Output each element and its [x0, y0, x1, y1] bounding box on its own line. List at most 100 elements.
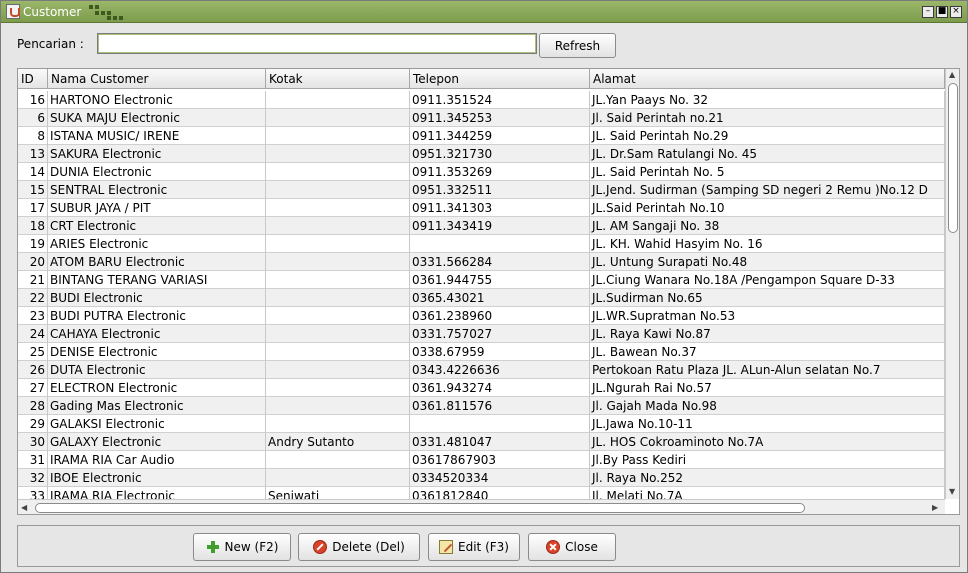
cell-alamat[interactable]: JL. Bawean No.37 [590, 343, 945, 361]
cell-alamat[interactable]: JL. Said Perintah No. 5 [590, 163, 945, 181]
table-row[interactable]: 32 IBOE Electronic 0334520334 Jl. Raya No.2… [18, 469, 945, 487]
cell-nama-customer[interactable]: GALAKSI Electronic [48, 415, 266, 433]
cell-telepon[interactable]: 0911.344259 [410, 127, 590, 145]
cell-nama-customer[interactable]: DUNIA Electronic [48, 163, 266, 181]
cell-alamat[interactable]: JL. AM Sangaji No. 38 [590, 217, 945, 235]
cell-id[interactable]: 20 [18, 253, 48, 271]
table-row[interactable]: 14 DUNIA Electronic 0911.353269 JL. Said Pe… [18, 163, 945, 181]
cell-alamat[interactable]: Jl. Melati No.7A [590, 487, 945, 499]
cell-alamat[interactable]: Jl.By Pass Kediri [590, 451, 945, 469]
cell-nama-customer[interactable]: BINTANG TERANG VARIASI [48, 271, 266, 289]
cell-kotak[interactable] [266, 289, 410, 307]
table-row[interactable]: 18 CRT Electronic 0911.343419 JL. AM Sangaj… [18, 217, 945, 235]
cell-nama-customer[interactable]: GALAXY Electronic [48, 433, 266, 451]
cell-alamat[interactable]: JL.Yan Paays No. 32 [590, 91, 945, 109]
cell-id[interactable]: 31 [18, 451, 48, 469]
cell-id[interactable]: 30 [18, 433, 48, 451]
new-button[interactable]: New (F2) [193, 533, 291, 561]
table-row[interactable]: 29 GALAKSI Electronic JL.Jawa No.10-11 [18, 415, 945, 433]
cell-id[interactable]: 16 [18, 91, 48, 109]
cell-kotak[interactable] [266, 235, 410, 253]
cell-kotak[interactable] [266, 451, 410, 469]
cell-id[interactable]: 8 [18, 127, 48, 145]
close-button[interactable]: Close [528, 533, 616, 561]
table-row[interactable]: 20 ATOM BARU Electronic 0331.566284 JL. Unt… [18, 253, 945, 271]
cell-telepon[interactable]: 0331.757027 [410, 325, 590, 343]
cell-nama-customer[interactable]: CAHAYA Electronic [48, 325, 266, 343]
cell-kotak[interactable] [266, 415, 410, 433]
cell-alamat[interactable]: Pertokoan Ratu Plaza JL. ALun-Alun selat… [590, 361, 945, 379]
refresh-button[interactable]: Refresh [539, 33, 616, 58]
table-row[interactable]: 30 GALAXY Electronic Andry Sutanto 0331.481… [18, 433, 945, 451]
cell-telepon[interactable]: 0361.238960 [410, 307, 590, 325]
title-bar[interactable]: Customer – ■ × [1, 1, 967, 23]
cell-kotak[interactable] [266, 307, 410, 325]
table-row[interactable]: 17 SUBUR JAYA / PIT 0911.341303 JL.Said Per… [18, 199, 945, 217]
column-header-nama-customer[interactable]: Nama Customer [48, 69, 266, 89]
cell-id[interactable]: 29 [18, 415, 48, 433]
cell-alamat[interactable]: JL. HOS Cokroaminoto No.7A [590, 433, 945, 451]
customer-table[interactable]: ID Nama Customer Kotak Telepon Alamat 16… [17, 68, 960, 515]
cell-kotak[interactable] [266, 379, 410, 397]
cell-nama-customer[interactable]: SAKURA Electronic [48, 145, 266, 163]
cell-telepon[interactable]: 0361812840 [410, 487, 590, 499]
table-row[interactable]: 27 ELECTRON Electronic 0361.943274 JL.Ngura… [18, 379, 945, 397]
cell-id[interactable]: 32 [18, 469, 48, 487]
cell-nama-customer[interactable]: SUBUR JAYA / PIT [48, 199, 266, 217]
cell-alamat[interactable]: Jl. Gajah Mada No.98 [590, 397, 945, 415]
cell-nama-customer[interactable]: SUKA MAJU Electronic [48, 109, 266, 127]
table-row[interactable]: 16 HARTONO Electronic 0911.351524 JL.Yan Pa… [18, 91, 945, 109]
table-row[interactable]: 15 SENTRAL Electronic 0951.332511 JL.Jend. … [18, 181, 945, 199]
cell-telepon[interactable]: 0365.43021 [410, 289, 590, 307]
table-row[interactable]: 31 IRAMA RIA Car Audio 03617867903 Jl.By Pa… [18, 451, 945, 469]
cell-alamat[interactable]: JL.Said Perintah No.10 [590, 199, 945, 217]
cell-telepon[interactable]: 0911.343419 [410, 217, 590, 235]
column-header-telepon[interactable]: Telepon [410, 69, 590, 89]
table-row[interactable]: 8 ISTANA MUSIC/ IRENE 0911.344259 JL. Said … [18, 127, 945, 145]
cell-kotak[interactable] [266, 325, 410, 343]
cell-id[interactable]: 28 [18, 397, 48, 415]
scroll-up-icon[interactable]: ▲ [949, 70, 955, 79]
table-row[interactable]: 13 SAKURA Electronic 0951.321730 JL. Dr.Sam… [18, 145, 945, 163]
table-row[interactable]: 19 ARIES Electronic JL. KH. Wahid Hasyim N… [18, 235, 945, 253]
column-header-kotak[interactable]: Kotak [266, 69, 410, 89]
table-row[interactable]: 22 BUDI Electronic 0365.43021 JL.Sudirman N… [18, 289, 945, 307]
cell-kotak[interactable] [266, 163, 410, 181]
cell-nama-customer[interactable]: ELECTRON Electronic [48, 379, 266, 397]
cell-telepon[interactable]: 0331.481047 [410, 433, 590, 451]
cell-nama-customer[interactable]: DUTA Electronic [48, 361, 266, 379]
cell-kotak[interactable] [266, 253, 410, 271]
search-input[interactable] [97, 33, 537, 54]
cell-alamat[interactable]: JL. Said Perintah No.29 [590, 127, 945, 145]
scroll-right-icon[interactable]: ▶ [932, 503, 938, 512]
cell-nama-customer[interactable]: IRAMA RIA Car Audio [48, 451, 266, 469]
cell-telepon[interactable]: 0911.351524 [410, 91, 590, 109]
cell-alamat[interactable]: JL. Untung Surapati No.48 [590, 253, 945, 271]
cell-alamat[interactable]: JL.Ngurah Rai No.57 [590, 379, 945, 397]
cell-telepon[interactable]: 0331.566284 [410, 253, 590, 271]
cell-kotak[interactable]: Seniwati [266, 487, 410, 499]
close-window-icon[interactable]: × [950, 6, 962, 18]
cell-kotak[interactable] [266, 469, 410, 487]
cell-id[interactable]: 15 [18, 181, 48, 199]
cell-kotak[interactable] [266, 181, 410, 199]
table-row[interactable]: 21 BINTANG TERANG VARIASI 0361.944755 JL.Ci… [18, 271, 945, 289]
cell-nama-customer[interactable]: ATOM BARU Electronic [48, 253, 266, 271]
cell-nama-customer[interactable]: SENTRAL Electronic [48, 181, 266, 199]
table-row[interactable]: 24 CAHAYA Electronic 0331.757027 JL. Raya K… [18, 325, 945, 343]
vertical-scroll-thumb[interactable] [948, 83, 958, 233]
cell-alamat[interactable]: JL. KH. Wahid Hasyim No. 16 [590, 235, 945, 253]
cell-alamat[interactable]: JL.Jend. Sudirman (Samping SD negeri 2 R… [590, 181, 945, 199]
cell-alamat[interactable]: JL.Sudirman No.65 [590, 289, 945, 307]
cell-telepon[interactable]: 0361.943274 [410, 379, 590, 397]
cell-alamat[interactable]: JL.Jawa No.10-11 [590, 415, 945, 433]
cell-alamat[interactable]: JL.WR.Supratman No.53 [590, 307, 945, 325]
cell-nama-customer[interactable]: BUDI Electronic [48, 289, 266, 307]
cell-id[interactable]: 27 [18, 379, 48, 397]
cell-telepon[interactable] [410, 235, 590, 253]
column-header-alamat[interactable]: Alamat [590, 69, 945, 89]
scroll-left-icon[interactable]: ◀ [21, 503, 27, 512]
cell-telepon[interactable]: 0951.321730 [410, 145, 590, 163]
cell-nama-customer[interactable]: CRT Electronic [48, 217, 266, 235]
cell-id[interactable]: 18 [18, 217, 48, 235]
